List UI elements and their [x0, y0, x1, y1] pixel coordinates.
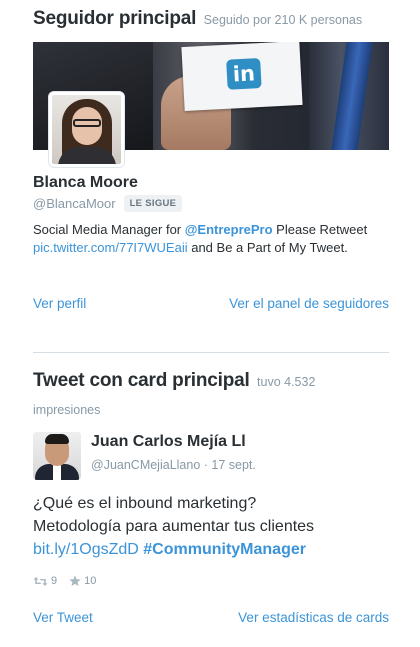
- tweet-text: ¿Qué es el inbound marketing? Metodologí…: [33, 495, 315, 558]
- follows-you-badge: LE SIGUE: [123, 195, 183, 212]
- retweet-icon: [33, 576, 48, 586]
- view-card-stats-link[interactable]: Ver estadísticas de cards: [238, 610, 389, 625]
- featured-card-tweet-title: Tweet con card principal: [33, 370, 250, 391]
- featured-follower-subtitle: Seguido por 210 K personas: [203, 13, 363, 27]
- tweet-hashtag-link[interactable]: #CommunityManager: [143, 541, 306, 558]
- follower-handle-row: @BlancaMoor LE SIGUE: [33, 195, 183, 212]
- tweet-links: Ver Tweet Ver estadísticas de cards: [33, 610, 389, 625]
- retweet-count: 9: [33, 575, 57, 587]
- featured-follower-header: Seguidor principal Seguido por 210 K per…: [33, 8, 362, 30]
- tweet-author-handle[interactable]: @JuanCMejiaLlano: [91, 458, 200, 472]
- follower-bio: Social Media Manager for @EntreprePro Pl…: [33, 222, 368, 255]
- tweet-stats: 9 10: [33, 575, 108, 587]
- impressions-label: impresiones: [33, 403, 101, 417]
- linkedin-logo-icon: in: [226, 58, 262, 90]
- featured-card-tweet-header: Tweet con card principal tuvo 4.532: [33, 370, 315, 392]
- view-follower-dashboard-link[interactable]: Ver el panel de seguidores: [229, 296, 389, 311]
- follower-avatar[interactable]: [49, 92, 124, 167]
- favorite-count: 10: [69, 575, 96, 587]
- tweet-author-avatar[interactable]: [33, 432, 81, 480]
- business-card: in: [181, 42, 303, 112]
- tweet-meta: @JuanCMejiaLlano · 17 sept.: [91, 458, 256, 472]
- featured-follower-title: Seguidor principal: [33, 8, 197, 29]
- tweet-author-name[interactable]: Juan Carlos Mejía Ll: [91, 433, 246, 451]
- star-icon: [69, 575, 81, 586]
- view-tweet-link[interactable]: Ver Tweet: [33, 610, 93, 625]
- follower-links: Ver perfil Ver el panel de seguidores: [33, 296, 389, 311]
- view-profile-link[interactable]: Ver perfil: [33, 296, 86, 311]
- tweet-short-link[interactable]: bit.ly/1OgsZdD: [33, 541, 139, 558]
- featured-card-tweet-subtitle: tuvo 4.532: [257, 375, 316, 389]
- bio-pic-link[interactable]: pic.twitter.com/77I7WUEaii: [33, 240, 188, 255]
- section-divider: [33, 352, 389, 353]
- bio-mention-link[interactable]: @EntreprePro: [185, 222, 273, 237]
- follower-handle[interactable]: @BlancaMoor: [33, 196, 116, 211]
- tweet-date[interactable]: 17 sept.: [211, 458, 255, 472]
- follower-name[interactable]: Blanca Moore: [33, 174, 138, 192]
